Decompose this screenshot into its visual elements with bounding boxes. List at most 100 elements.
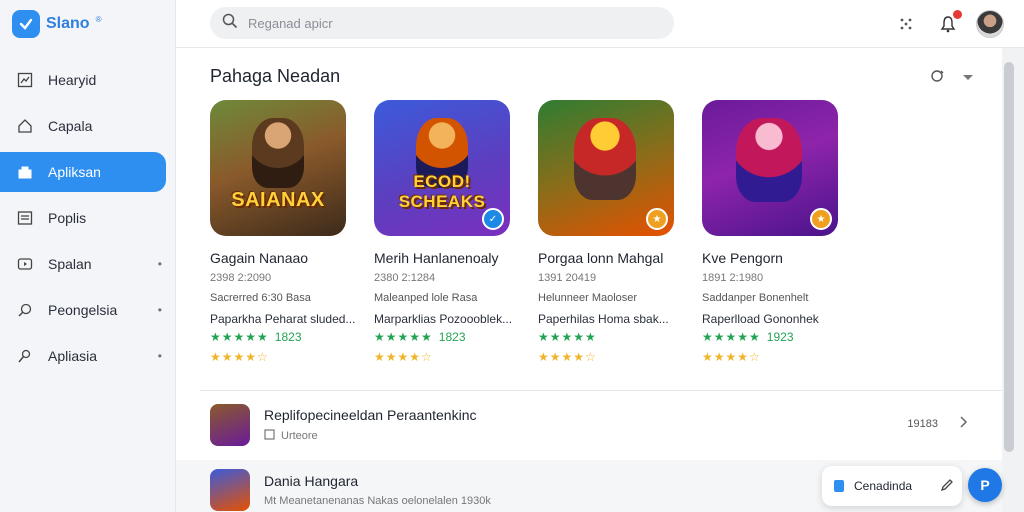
rating-row: ★★★★★ bbox=[538, 330, 684, 344]
achievement-badge-icon: ★ bbox=[646, 208, 668, 230]
video-icon bbox=[16, 255, 34, 273]
brand-sup: ® bbox=[95, 14, 102, 24]
rating-stars-secondary: ★★★★☆ bbox=[702, 350, 761, 364]
app-developer: Maleanped lole Rasa bbox=[374, 292, 478, 304]
game-logo-text: ECOD! SCHEAKS bbox=[398, 172, 486, 211]
sidebar: Slano ® Hearyid Capala Apliksan Poplis S… bbox=[0, 0, 176, 512]
rating-stars-secondary: ★★★★☆ bbox=[210, 350, 269, 364]
game-logo-text: SAIANAX bbox=[231, 189, 325, 211]
review-count: 1923 bbox=[766, 330, 794, 344]
expand-dot-icon[interactable]: • bbox=[158, 303, 162, 317]
list-item-title: Replifopecineeldan Peraantenkinc bbox=[264, 407, 477, 423]
device-icon bbox=[264, 429, 275, 443]
app-description: Paparkha Peharat sluded... bbox=[210, 312, 356, 326]
list-item-title: Dania Hangara bbox=[264, 473, 359, 489]
sidebar-item-label: Poplis bbox=[48, 210, 87, 226]
app-title[interactable]: Porgaa lonn Mahgal bbox=[538, 250, 684, 266]
search-icon bbox=[222, 13, 238, 34]
list-item-subtext: Urteore bbox=[281, 430, 318, 442]
app-developer: Saddanper Bonenhelt bbox=[702, 292, 809, 304]
sidebar-item-label: Apliasia bbox=[48, 348, 98, 364]
sidebar-item-capala[interactable]: Capala bbox=[0, 106, 176, 146]
character-art bbox=[574, 118, 636, 200]
apps-grid-icon[interactable] bbox=[894, 12, 918, 36]
edit-icon[interactable] bbox=[940, 478, 954, 495]
floating-action-pill[interactable]: Cenadinda bbox=[822, 466, 962, 506]
sidebar-item-label: Peongelsia bbox=[48, 302, 118, 318]
verified-badge-icon: ✓ bbox=[482, 208, 504, 230]
store-icon bbox=[16, 163, 34, 181]
sidebar-item-apliasia[interactable]: Apliasia • bbox=[0, 336, 176, 376]
pin-icon bbox=[16, 347, 34, 365]
rating-stars-secondary: ★★★★☆ bbox=[538, 350, 597, 364]
character-art bbox=[252, 118, 304, 188]
app-developer: Helunneer Maoloser bbox=[538, 292, 638, 304]
document-icon bbox=[834, 480, 844, 492]
help-fab-button[interactable]: P bbox=[968, 468, 1002, 502]
search-bar[interactable] bbox=[210, 7, 674, 39]
app-card[interactable]: ECOD! SCHEAKS ✓ Merih Hanlanenoaly 2380 … bbox=[374, 100, 520, 364]
app-thumbnail[interactable]: ★ bbox=[702, 100, 838, 236]
achievement-badge-icon: ★ bbox=[810, 208, 832, 230]
app-meta: 1891 2:1980 bbox=[702, 272, 764, 284]
rating-stars: ★★★★★ bbox=[210, 330, 269, 344]
chart-icon bbox=[16, 71, 34, 89]
chevron-down-icon[interactable] bbox=[962, 70, 974, 88]
sidebar-item-hearyid[interactable]: Hearyid bbox=[0, 60, 176, 100]
sidebar-item-label: Hearyid bbox=[48, 72, 97, 88]
app-meta: 1391 20419 bbox=[538, 272, 597, 284]
app-title[interactable]: Gagain Nanaao bbox=[210, 250, 356, 266]
sidebar-item-poplis[interactable]: Poplis bbox=[0, 198, 176, 238]
chevron-right-icon[interactable] bbox=[958, 416, 968, 431]
divider bbox=[200, 390, 1002, 391]
search-icon bbox=[16, 301, 34, 319]
notification-icon[interactable] bbox=[936, 10, 962, 36]
app-thumbnail[interactable]: ECOD! SCHEAKS ✓ bbox=[374, 100, 510, 236]
app-card[interactable]: SAIANAX Gagain Nanaao 2398 2:2090 Sacrer… bbox=[210, 100, 356, 364]
app-thumbnail[interactable]: ★ bbox=[538, 100, 674, 236]
sidebar-item-label: Apliksan bbox=[48, 164, 101, 180]
section-actions bbox=[930, 68, 974, 89]
app-description: Raperlload Gononhek bbox=[702, 312, 819, 326]
scrollbar-thumb[interactable] bbox=[1004, 62, 1014, 452]
sidebar-item-apliksan[interactable]: Apliksan bbox=[0, 152, 166, 192]
refresh-icon[interactable] bbox=[930, 68, 946, 89]
expand-dot-icon[interactable]: • bbox=[158, 349, 162, 363]
review-count: 1823 bbox=[438, 330, 466, 344]
list-item[interactable]: Replifopecineeldan Peraantenkinc Urteore… bbox=[210, 400, 990, 450]
brand[interactable]: Slano ® bbox=[12, 10, 101, 38]
list-item-count: 19183 bbox=[907, 417, 938, 430]
app-meta: 2380 2:1284 bbox=[374, 272, 436, 284]
sidebar-item-peongelsia[interactable]: Peongelsia • bbox=[0, 290, 176, 330]
character-art bbox=[736, 118, 802, 202]
list-item-actions: 19183 bbox=[907, 416, 968, 431]
main-content: Pahaga Neadan SAIANAX Gagain Nanaao 2398… bbox=[176, 48, 1002, 512]
app-description: Paperhilas Homa sbak... bbox=[538, 312, 669, 326]
sidebar-item-spalan[interactable]: Spalan • bbox=[0, 244, 176, 284]
floating-pill-label: Cenadinda bbox=[854, 479, 913, 493]
review-count: 1823 bbox=[274, 330, 302, 344]
app-cards: SAIANAX Gagain Nanaao 2398 2:2090 Sacrer… bbox=[210, 100, 848, 364]
section-title: Pahaga Neadan bbox=[210, 66, 341, 86]
avatar[interactable] bbox=[976, 10, 1004, 38]
list-item-subtext: Mt Meanetanenanas Nakas oelonelalen 1930… bbox=[264, 495, 491, 507]
rating-stars-secondary: ★★★★☆ bbox=[374, 350, 433, 364]
rating-stars: ★★★★★ bbox=[538, 330, 597, 344]
expand-dot-icon[interactable]: • bbox=[158, 257, 162, 271]
app-developer: Sacrerred 6:30 Basa bbox=[210, 292, 311, 304]
app-card[interactable]: ★ Porgaa lonn Mahgal 1391 20419 Helunnee… bbox=[538, 100, 684, 364]
search-input[interactable] bbox=[248, 15, 628, 31]
list-item-sub: Mt Meanetanenanas Nakas oelonelalen 1930… bbox=[264, 495, 491, 507]
app-meta: 2398 2:2090 bbox=[210, 272, 272, 284]
app-title[interactable]: Kve Pengorn bbox=[702, 250, 848, 266]
sidebar-item-label: Spalan bbox=[48, 256, 92, 272]
notification-badge bbox=[953, 10, 962, 19]
app-thumbnail[interactable]: SAIANAX bbox=[210, 100, 346, 236]
brand-name: Slano bbox=[46, 15, 90, 32]
app-description: Marparklias Pozoooblek... bbox=[374, 312, 513, 326]
app-card[interactable]: ★ Kve Pengorn 1891 2:1980 Saddanper Bone… bbox=[702, 100, 848, 364]
list-item-sub: Urteore bbox=[264, 429, 476, 443]
brand-logo-icon bbox=[12, 10, 40, 38]
home-icon bbox=[16, 117, 34, 135]
app-title[interactable]: Merih Hanlanenoaly bbox=[374, 250, 520, 266]
